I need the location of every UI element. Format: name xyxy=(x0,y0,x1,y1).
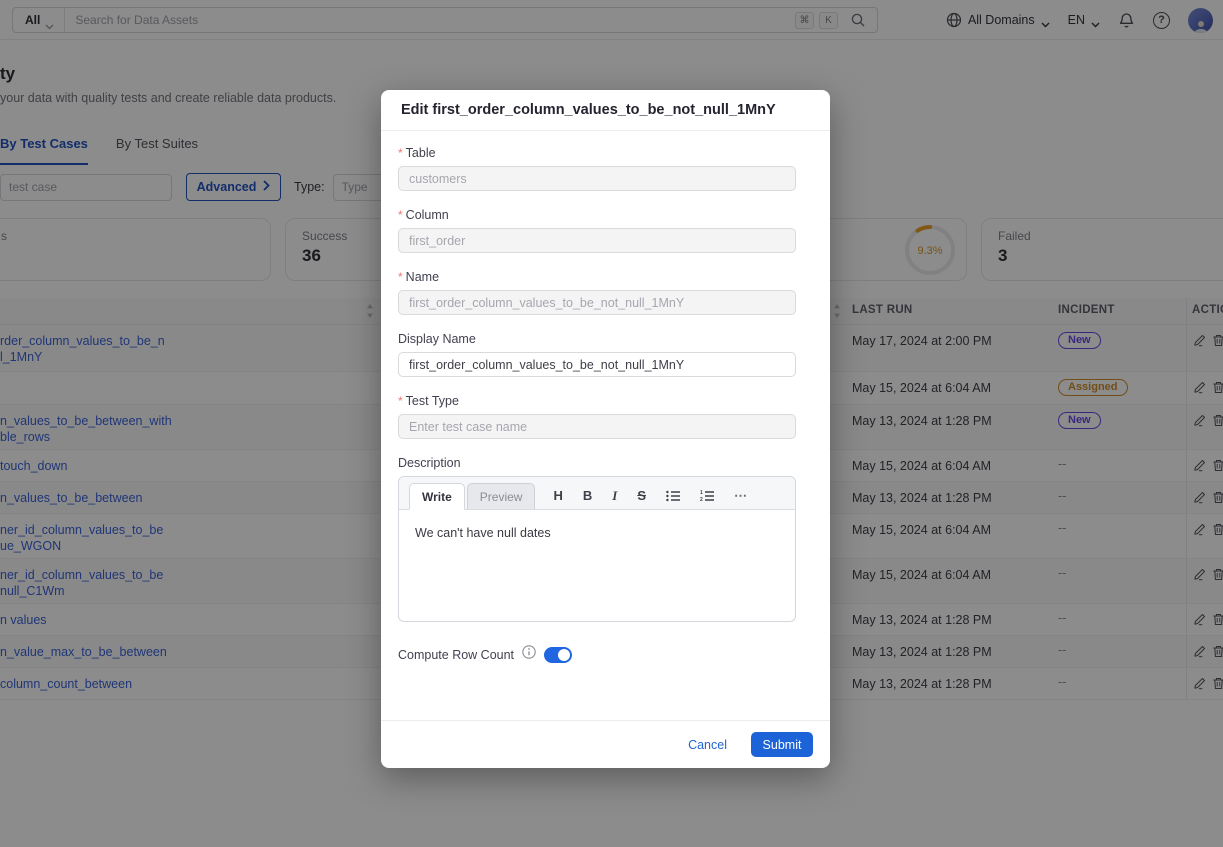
modal-footer: Cancel Submit xyxy=(381,720,830,768)
modal-title: Edit first_order_column_values_to_be_not… xyxy=(401,102,776,118)
bold-icon[interactable]: B xyxy=(583,489,592,502)
numbered-list-icon[interactable]: 12 xyxy=(700,490,714,502)
required-asterisk: * xyxy=(398,270,403,284)
compute-row-count-label: Compute Row Count xyxy=(398,648,514,662)
compute-row-count-toggle[interactable] xyxy=(544,647,572,663)
test-type-field-input[interactable] xyxy=(398,414,796,439)
display-name-field-input[interactable] xyxy=(398,352,796,377)
toggle-knob xyxy=(558,649,570,661)
column-field-label: Column xyxy=(406,208,449,222)
name-field-label: Name xyxy=(406,270,439,284)
more-options-icon[interactable]: ⋯ xyxy=(734,489,748,502)
display-name-field-label: Display Name xyxy=(398,332,476,346)
description-textarea[interactable]: We can't have null dates xyxy=(399,510,795,556)
write-tab[interactable]: Write xyxy=(409,483,465,510)
table-field-label: Table xyxy=(406,146,436,160)
field-display-name: Display Name xyxy=(398,332,796,377)
italic-icon[interactable]: I xyxy=(612,489,617,502)
svg-text:2: 2 xyxy=(700,497,703,502)
strikethrough-icon[interactable]: S xyxy=(637,489,646,502)
test-type-field-label: Test Type xyxy=(406,394,459,408)
svg-text:1: 1 xyxy=(700,490,703,496)
description-field-label: Description xyxy=(398,456,461,470)
bullet-list-icon[interactable] xyxy=(666,490,680,502)
required-asterisk: * xyxy=(398,146,403,160)
cancel-button[interactable]: Cancel xyxy=(688,738,727,752)
field-description: Description Write Preview H B I S xyxy=(398,456,796,622)
table-field-input[interactable] xyxy=(398,166,796,191)
field-test-type: * Test Type xyxy=(398,394,796,439)
name-field-input[interactable] xyxy=(398,290,796,315)
modal-header: Edit first_order_column_values_to_be_not… xyxy=(381,90,830,131)
info-icon xyxy=(522,645,536,664)
modal-body: * Table * Column * Name xyxy=(381,131,830,664)
compute-row-count-row: Compute Row Count xyxy=(398,645,796,664)
submit-button[interactable]: Submit xyxy=(751,732,813,757)
required-asterisk: * xyxy=(398,394,403,408)
description-editor: Write Preview H B I S 12 xyxy=(398,476,796,622)
field-table: * Table xyxy=(398,146,796,191)
edit-test-case-modal: Edit first_order_column_values_to_be_not… xyxy=(381,90,830,768)
required-asterisk: * xyxy=(398,208,403,222)
editor-toolbar: Write Preview H B I S 12 xyxy=(399,477,795,510)
field-column: * Column xyxy=(398,208,796,253)
column-field-input[interactable] xyxy=(398,228,796,253)
field-name: * Name xyxy=(398,270,796,315)
preview-tab[interactable]: Preview xyxy=(467,483,536,510)
heading-icon[interactable]: H xyxy=(553,489,562,502)
app-screen: All ⌘ K All Domains xyxy=(0,0,1223,847)
